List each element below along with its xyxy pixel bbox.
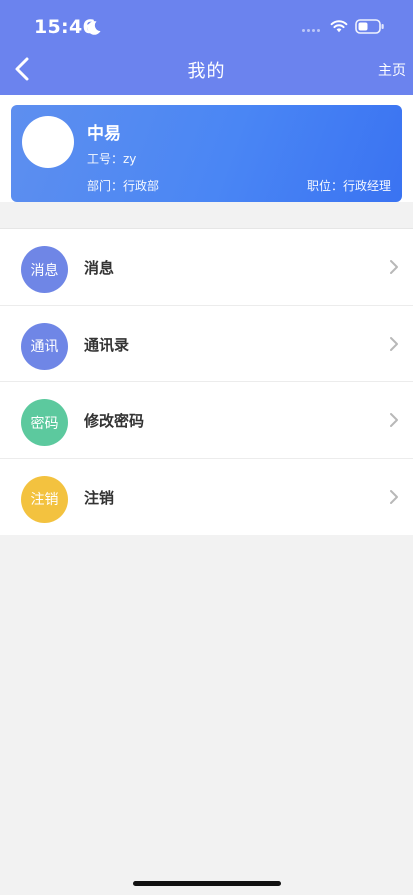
menu-item-messages[interactable]: 消息 消息 [0,229,413,306]
profile-card[interactable]: 中易 工号：zy 部门：行政部 职位：行政经理 [11,105,402,202]
menu-item-label: 修改密码 [84,412,145,430]
chevron-right-icon [390,413,398,427]
user-name: 中易 [87,124,121,144]
menu-item-contacts[interactable]: 通讯 通讯录 [0,306,413,382]
logout-icon: 注销 [21,475,68,523]
contacts-icon: 通讯 [21,322,68,370]
position: 职位：行政经理 [306,179,391,193]
menu-item-label: 消息 [84,259,115,277]
logout-icon-text: 注销 [30,492,59,508]
department: 部门：行政部 [87,179,160,193]
app-header: 15:46 我的 主页 [0,0,413,95]
password-icon: 密码 [21,399,68,446]
menu-item-label: 注销 [84,488,115,507]
home-link[interactable]: 主页 [378,60,406,80]
chevron-right-icon [390,489,398,504]
moon-icon [87,21,101,35]
chevron-right-icon [390,260,398,274]
signal-dots-icon [302,29,324,33]
menu-item-logout[interactable]: 注销 注销 [0,459,413,536]
contacts-icon-text: 通讯 [30,339,59,355]
menu-item-change-password[interactable]: 密码 修改密码 [0,382,413,459]
employee-id: 工号：zy [87,152,137,166]
battery-icon [355,19,384,34]
menu-list: 消息 消息 通讯 通讯录 密码 修改密码 注销 注销 [0,228,413,535]
home-indicator[interactable] [133,881,281,886]
password-icon-text: 密码 [30,415,59,432]
chevron-right-icon [390,336,398,351]
avatar [22,116,74,168]
page-title: 我的 [187,61,226,82]
messages-icon-text: 消息 [30,262,59,279]
profile-section: 中易 工号：zy 部门：行政部 职位：行政经理 [0,95,413,202]
menu-item-label: 通讯录 [84,335,130,354]
wifi-icon [330,20,348,33]
messages-icon: 消息 [21,246,68,293]
